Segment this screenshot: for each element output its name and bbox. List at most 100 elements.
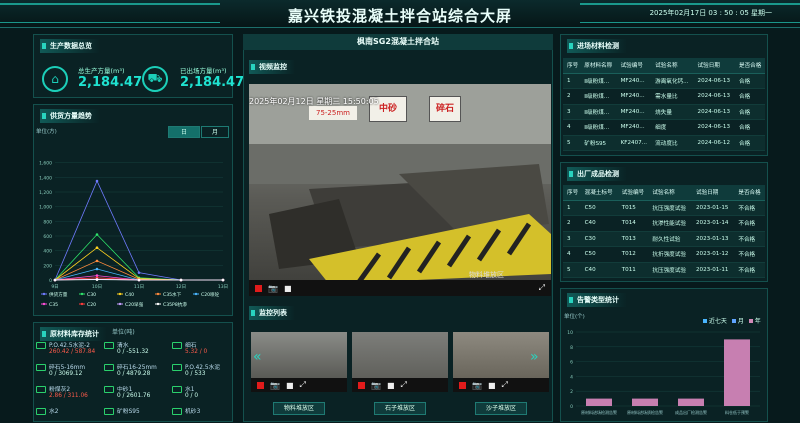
alarm-bar: [586, 398, 612, 406]
table-cell: T013: [617, 231, 649, 247]
data-point: [221, 278, 225, 282]
column-header: 是否合格: [734, 185, 765, 201]
alarm-bar: [678, 398, 704, 406]
silo-icon: [36, 342, 46, 349]
camera-icon[interactable]: 📷: [371, 381, 381, 390]
fullscreen-icon[interactable]: ⤢: [502, 380, 508, 390]
inventory-item-value: 5.32 / 0: [185, 349, 208, 355]
record-icon[interactable]: [459, 381, 466, 389]
video-watermark: 物料堆放区: [469, 271, 504, 279]
table-cell: T015: [617, 200, 649, 216]
inventory-item-name: 清水: [117, 343, 129, 349]
legend-month[interactable]: 月: [731, 316, 744, 325]
materials-table: 序号 原材料名称 试验编号 试验名称 试验日期 是否合格 1 Ⅱ级粉煤... MF240... 游…: [563, 58, 765, 151]
legend-marker: [118, 292, 122, 296]
truck-icon: [104, 364, 114, 371]
table-row[interactable]: 5 矿粉S95 KF2407... 流动度比 2024-06-12 合格: [563, 135, 765, 151]
camera-label-3[interactable]: 沙子堆放区: [475, 402, 527, 415]
table-row[interactable]: 3 Ⅱ级粉煤... MF240... 烧失量 2024-06-13 合格: [563, 104, 765, 120]
data-point: [137, 278, 141, 282]
camera-thumb-1[interactable]: 📷 ■ ⤢: [251, 332, 347, 392]
x-tick-label: 11日: [134, 284, 144, 290]
main-video-feed[interactable]: 中砂 碎石 75-25mm 2025年02月12日 星期三 15:50:05 物…: [249, 84, 551, 296]
inventory-item-name: 矿粉S95: [117, 409, 140, 415]
inventory-item-value: 0 / 2601.76: [117, 393, 151, 399]
inventory-item-value: 0 / 3069.12: [49, 371, 83, 377]
record-icon[interactable]: [255, 284, 262, 292]
x-tick-label: 成品出厂检测告警: [675, 409, 707, 415]
alarm-legend: 近七天 月 年: [703, 316, 761, 325]
legend-marker: [80, 302, 84, 306]
legend-label: 供货方量: [49, 291, 68, 298]
y-tick-label: 6: [570, 360, 573, 366]
legend-week[interactable]: 近七天: [703, 316, 727, 325]
video-camera-icon[interactable]: ■: [284, 284, 292, 293]
inventory-item-name: 水2: [49, 409, 59, 415]
record-icon[interactable]: [358, 381, 365, 389]
fullscreen-icon[interactable]: ⤢: [300, 380, 306, 390]
record-icon[interactable]: [257, 381, 264, 389]
legend-marker: [118, 302, 122, 306]
alarm-unit: 单位(个): [564, 314, 585, 320]
y-tick-label: 200: [43, 263, 52, 269]
water-icon: [36, 408, 46, 415]
table-cell: 2024-06-13: [693, 104, 735, 120]
fullscreen-icon[interactable]: ⤢: [539, 283, 545, 293]
data-point: [95, 267, 99, 271]
table-row[interactable]: 3 C30 T013 耐久性试验 2023-01-13 不合格: [563, 231, 765, 247]
table-cell: 需水量比: [651, 88, 694, 105]
table-row[interactable]: 5 C40 T011 抗压强度试验 2023-01-11 不合格: [563, 262, 765, 278]
table-cell: 烧失量: [651, 104, 694, 120]
video-camera-icon[interactable]: ■: [387, 381, 395, 390]
y-tick-label: 8: [570, 345, 573, 351]
thumb-controls-3: 📷 ■ ⤢: [453, 378, 549, 392]
table-row[interactable]: 1 C50 T015 抗压强度试验 2023-01-15 不合格: [563, 200, 765, 216]
y-tick-label: 1,200: [39, 190, 52, 196]
table-row[interactable]: 2 Ⅱ级粉煤... MF240... 需水量比 2024-06-13 合格: [563, 88, 765, 105]
camera-label-1[interactable]: 物料堆放区: [273, 402, 325, 415]
column-header: 原材料名称: [580, 58, 617, 74]
fullscreen-icon[interactable]: ⤢: [401, 380, 407, 390]
table-row[interactable]: 1 Ⅱ级粉煤... MF240... 游离氧化钙... 2024-06-13 合格: [563, 73, 765, 89]
factory-icon: ⌂: [42, 66, 68, 92]
tab-month[interactable]: 月: [201, 126, 229, 138]
inventory-item-value: 0 / 533: [185, 371, 206, 377]
column-header: 试验编号: [616, 58, 652, 74]
table-cell: 2024-06-13: [693, 119, 735, 136]
data-point: [95, 259, 99, 263]
table-cell: 耐久性试验: [648, 231, 692, 247]
y-tick-label: 1,600: [39, 161, 52, 167]
camera-icon[interactable]: 📷: [270, 381, 280, 390]
table-row[interactable]: 4 Ⅱ级粉煤... MF240... 细度 2024-06-13 合格: [563, 119, 765, 136]
inventory-item-value: 260.42 / 587.84: [49, 349, 96, 355]
data-point: [179, 278, 183, 282]
next-arrow-icon[interactable]: »: [530, 349, 539, 365]
table-row[interactable]: 2 C40 T014 抗渗性能试验 2023-01-14 不合格: [563, 215, 765, 232]
legend-month-label: 月: [737, 318, 744, 325]
camera-icon[interactable]: 📷: [268, 284, 278, 293]
inventory-item-name: 中砂1: [117, 387, 133, 393]
table-cell: 不合格: [734, 200, 765, 216]
camera-label-2[interactable]: 石子堆放区: [374, 402, 426, 415]
table-cell: 流动度比: [651, 135, 694, 151]
legend-label: C35水下: [163, 291, 182, 298]
tab-day[interactable]: 日: [168, 126, 200, 138]
prev-arrow-icon[interactable]: «: [253, 349, 262, 365]
header-bar: 嘉兴铁投混凝土拌合站综合大屏 2025年02月17日 03 : 50 : 05 …: [0, 0, 800, 28]
table-row[interactable]: 4 C50 T012 抗折强度试验 2023-01-12 不合格: [563, 246, 765, 263]
table-cell: T014: [617, 215, 649, 232]
inventory-title: 原材料库存统计: [40, 327, 107, 341]
legend-year[interactable]: 年: [748, 316, 761, 325]
sign-size: 75-25mm: [309, 106, 357, 120]
camera-thumb-2[interactable]: 📷 ■ ⤢: [352, 332, 448, 392]
video-camera-icon[interactable]: ■: [488, 381, 496, 390]
table-cell: MF240...: [616, 119, 652, 136]
table-header-row: 序号 混凝土标号 试验编号 试验名称 试验日期 是否合格: [563, 185, 765, 201]
column-header: 是否合格: [734, 58, 765, 74]
video-controls: 📷 ■ ⤢: [249, 280, 551, 296]
video-camera-icon[interactable]: ■: [286, 381, 294, 390]
water-icon: [172, 386, 182, 393]
y-tick-label: 4: [570, 374, 573, 380]
inventory-item-value: 0 / -551.32: [117, 349, 149, 355]
camera-icon[interactable]: 📷: [472, 381, 482, 390]
